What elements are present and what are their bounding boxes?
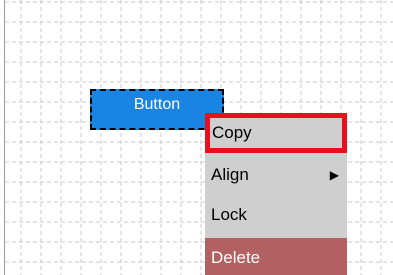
menu-item-delete[interactable]: Delete bbox=[205, 238, 347, 275]
arrow-right-icon: ▶ bbox=[329, 168, 339, 182]
menu-item-copy-label: Copy bbox=[212, 123, 252, 142]
selected-button-widget[interactable]: Button bbox=[90, 89, 224, 130]
context-menu: Copy Align ▶ Lock Delete bbox=[205, 113, 347, 275]
menu-item-align-label: Align bbox=[211, 165, 249, 184]
menu-item-copy[interactable]: Copy bbox=[205, 113, 347, 153]
menu-item-lock-label: Lock bbox=[211, 205, 247, 224]
button-widget-label: Button bbox=[133, 96, 181, 113]
menu-item-lock[interactable]: Lock bbox=[205, 195, 347, 235]
menu-item-align[interactable]: Align ▶ bbox=[205, 155, 347, 195]
menu-item-delete-label: Delete bbox=[211, 248, 261, 267]
design-canvas[interactable]: Button Copy Align ▶ Lock Delete bbox=[0, 0, 393, 275]
